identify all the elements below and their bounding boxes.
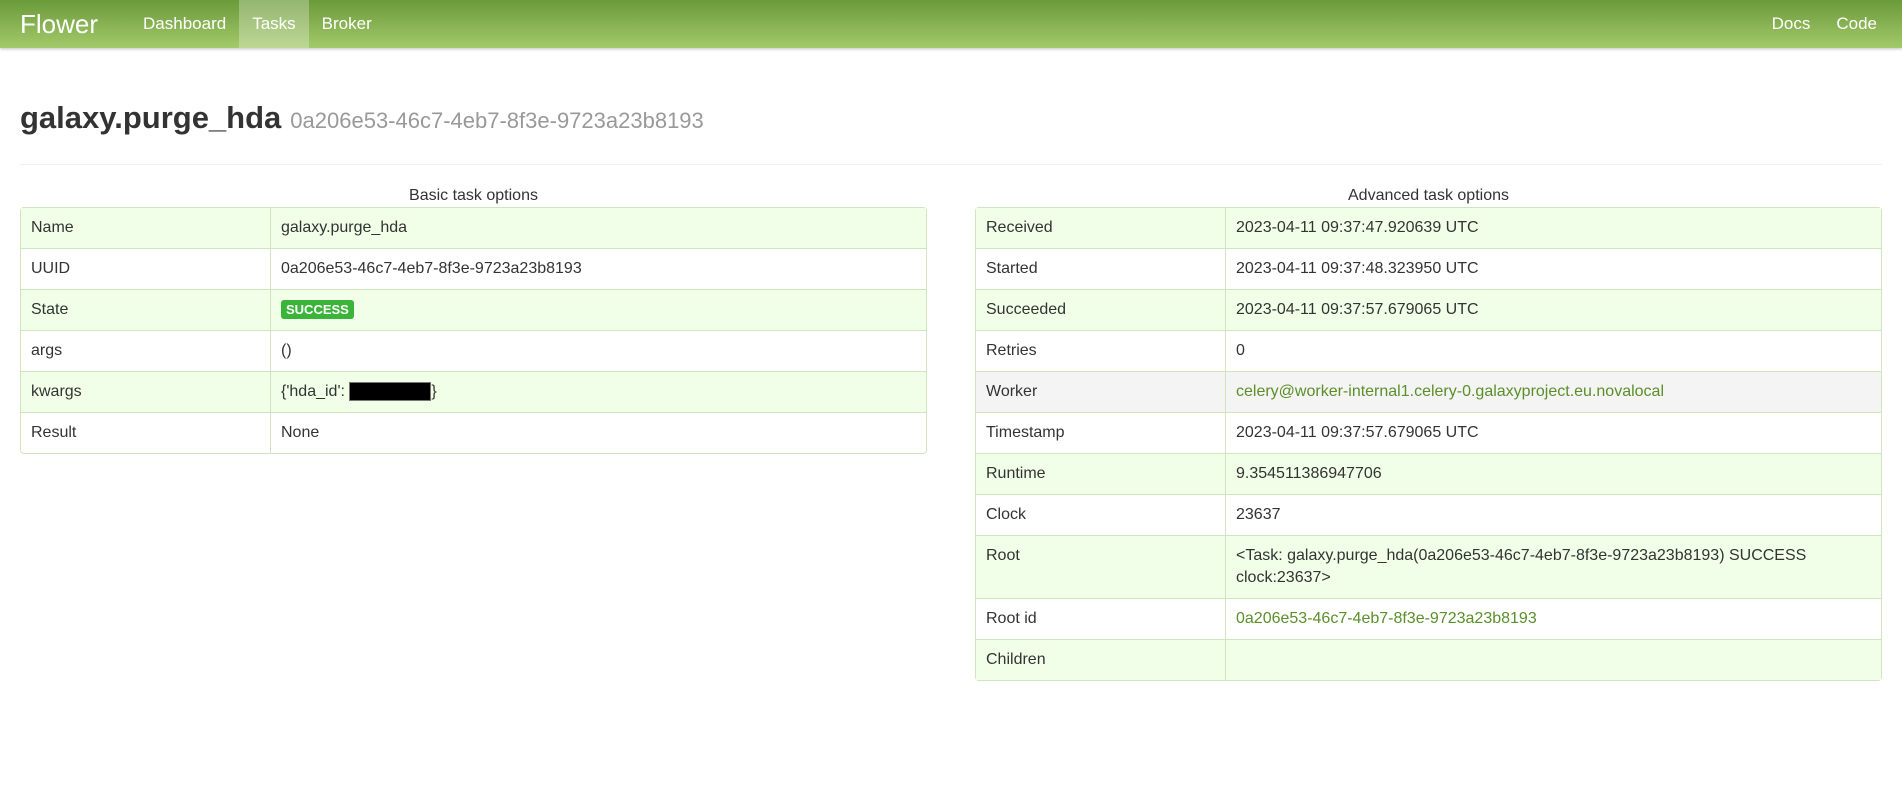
table-row: kwargs {'hda_id': } [21, 371, 926, 412]
nav-tasks[interactable]: Tasks [239, 0, 309, 48]
nav-code[interactable]: Code [1823, 0, 1890, 48]
table-row: UUID 0a206e53-46c7-4eb7-8f3e-9723a23b819… [21, 248, 926, 289]
row-value-worker: celery@worker-internal1.celery-0.galaxyp… [1226, 371, 1881, 412]
row-value-name: galaxy.purge_hda [271, 208, 926, 248]
page-title: galaxy.purge_hda [20, 100, 282, 135]
row-key-children: Children [976, 639, 1226, 680]
table-row: Name galaxy.purge_hda [21, 208, 926, 248]
row-key-runtime: Runtime [976, 453, 1226, 494]
table-row: Timestamp 2023-04-11 09:37:57.679065 UTC [976, 412, 1881, 453]
root-id-link[interactable]: 0a206e53-46c7-4eb7-8f3e-9723a23b8193 [1236, 610, 1537, 627]
advanced-options-table: Received 2023-04-11 09:37:47.920639 UTC … [975, 207, 1882, 681]
row-key-received: Received [976, 208, 1226, 248]
row-value-kwargs: {'hda_id': } [271, 371, 926, 412]
row-value-result: None [271, 412, 926, 453]
worker-link[interactable]: celery@worker-internal1.celery-0.galaxyp… [1236, 383, 1664, 400]
row-key-state: State [21, 289, 271, 330]
row-key-root-id: Root id [976, 598, 1226, 639]
task-uuid-subtitle: 0a206e53-46c7-4eb7-8f3e-9723a23b8193 [290, 108, 704, 133]
row-value-root: <Task: galaxy.purge_hda(0a206e53-46c7-4e… [1226, 535, 1881, 598]
row-value-runtime: 9.354511386947706 [1226, 453, 1881, 494]
row-key-clock: Clock [976, 494, 1226, 535]
row-value-uuid: 0a206e53-46c7-4eb7-8f3e-9723a23b8193 [271, 248, 926, 289]
table-row: Root id 0a206e53-46c7-4eb7-8f3e-9723a23b… [976, 598, 1881, 639]
table-row: Worker celery@worker-internal1.celery-0.… [976, 371, 1881, 412]
row-key-args: args [21, 330, 271, 371]
row-value-root-id: 0a206e53-46c7-4eb7-8f3e-9723a23b8193 [1226, 598, 1881, 639]
row-value-state: SUCCESS [271, 289, 926, 330]
content: Basic task options Name galaxy.purge_hda… [20, 185, 1882, 681]
nav-right: Docs Code [1759, 0, 1902, 48]
status-badge: SUCCESS [281, 300, 354, 320]
redacted-block [349, 382, 432, 402]
table-row: Received 2023-04-11 09:37:47.920639 UTC [976, 208, 1881, 248]
row-key-timestamp: Timestamp [976, 412, 1226, 453]
table-row: Clock 23637 [976, 494, 1881, 535]
nav-left: Dashboard Tasks Broker [130, 0, 385, 48]
table-row: Children [976, 639, 1881, 680]
row-key-kwargs: kwargs [21, 371, 271, 412]
row-value-started: 2023-04-11 09:37:48.323950 UTC [1226, 248, 1881, 289]
row-value-clock: 23637 [1226, 494, 1881, 535]
brand-link[interactable]: Flower [0, 0, 118, 48]
table-row: Root <Task: galaxy.purge_hda(0a206e53-46… [976, 535, 1881, 598]
basic-options-panel: Basic task options Name galaxy.purge_hda… [20, 185, 927, 681]
kwargs-suffix: } [431, 383, 437, 400]
row-key-worker: Worker [976, 371, 1226, 412]
row-value-succeeded: 2023-04-11 09:37:57.679065 UTC [1226, 289, 1881, 330]
basic-options-caption: Basic task options [409, 187, 538, 204]
table-row: Started 2023-04-11 09:37:48.323950 UTC [976, 248, 1881, 289]
row-key-succeeded: Succeeded [976, 289, 1226, 330]
table-row: Result None [21, 412, 926, 453]
kwargs-prefix: {'hda_id': [281, 383, 350, 400]
row-value-children [1226, 639, 1881, 680]
nav-dashboard[interactable]: Dashboard [130, 0, 239, 48]
nav-broker[interactable]: Broker [309, 0, 385, 48]
row-value-timestamp: 2023-04-11 09:37:57.679065 UTC [1226, 412, 1881, 453]
advanced-options-panel: Advanced task options Received 2023-04-1… [975, 185, 1882, 681]
table-row: Succeeded 2023-04-11 09:37:57.679065 UTC [976, 289, 1881, 330]
nav-docs[interactable]: Docs [1759, 0, 1824, 48]
table-row: State SUCCESS [21, 289, 926, 330]
row-key-retries: Retries [976, 330, 1226, 371]
row-key-uuid: UUID [21, 248, 271, 289]
page-header: galaxy.purge_hda 0a206e53-46c7-4eb7-8f3e… [20, 100, 1882, 165]
row-key-root: Root [976, 535, 1226, 598]
table-row: Runtime 9.354511386947706 [976, 453, 1881, 494]
row-value-retries: 0 [1226, 330, 1881, 371]
row-value-args: () [271, 330, 926, 371]
advanced-options-caption: Advanced task options [1348, 187, 1509, 204]
row-key-name: Name [21, 208, 271, 248]
table-row: args () [21, 330, 926, 371]
row-key-result: Result [21, 412, 271, 453]
row-key-started: Started [976, 248, 1226, 289]
navbar: Flower Dashboard Tasks Broker Docs Code [0, 0, 1902, 48]
basic-options-table: Name galaxy.purge_hda UUID 0a206e53-46c7… [20, 207, 927, 454]
row-value-received: 2023-04-11 09:37:47.920639 UTC [1226, 208, 1881, 248]
table-row: Retries 0 [976, 330, 1881, 371]
